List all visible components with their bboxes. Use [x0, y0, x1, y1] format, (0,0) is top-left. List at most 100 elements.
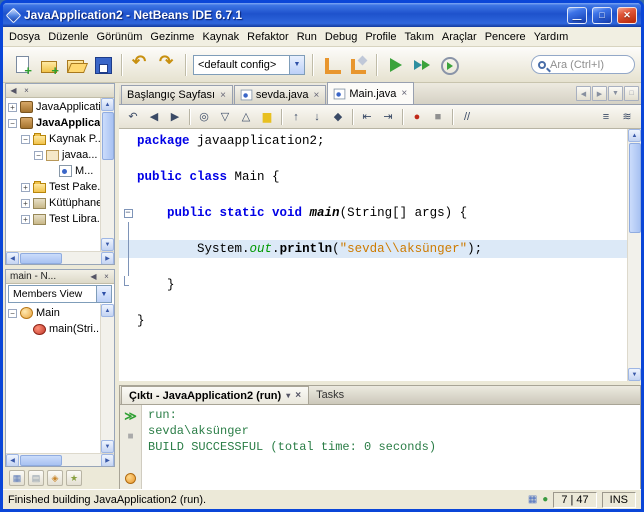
- tree-expander-icon[interactable]: +: [21, 198, 30, 208]
- line-tools-icon[interactable]: ≡: [596, 107, 616, 126]
- maximize-window-icon[interactable]: □: [624, 86, 639, 101]
- scroll-down-icon[interactable]: ▼: [101, 440, 114, 453]
- tree-expander-icon[interactable]: +: [8, 102, 17, 112]
- stop-macro-recording-icon[interactable]: ■: [428, 107, 448, 126]
- tab-scroll-left-icon[interactable]: ◀: [576, 86, 591, 101]
- editor-tab-ba-lang-sayfas[interactable]: Başlangıç Sayfası ×: [121, 85, 233, 104]
- editor-options-icon[interactable]: ≋: [617, 107, 637, 126]
- minimized-panel-button-4[interactable]: ★: [66, 470, 82, 486]
- projects-vertical-scrollbar[interactable]: ▲ ▼: [100, 98, 114, 251]
- code-line[interactable]: − public static void main(String[] args)…: [119, 204, 627, 222]
- menu-item-gezinme[interactable]: Gezinme: [146, 29, 198, 45]
- minimized-panel-button-1[interactable]: ▦: [9, 470, 25, 486]
- scroll-right-icon[interactable]: ▶: [101, 251, 114, 264]
- minimize-button[interactable]: —: [567, 6, 587, 24]
- collapse-panel-icon[interactable]: ◀: [88, 271, 99, 282]
- editor-tab-main-java[interactable]: Main.java ×: [327, 82, 415, 104]
- title-bar[interactable]: JavaApplication2 - NetBeans IDE 6.7.1 — …: [3, 3, 641, 27]
- code-line[interactable]: [119, 222, 627, 240]
- tree-expander-icon[interactable]: −: [21, 134, 30, 144]
- redo-button[interactable]: [154, 52, 180, 78]
- scrollbar-thumb[interactable]: [20, 252, 62, 264]
- find-previous-icon[interactable]: △: [236, 107, 256, 126]
- shift-left-icon[interactable]: ⇤: [357, 107, 377, 126]
- minimized-panel-button-2[interactable]: ▤: [28, 470, 44, 486]
- tab-scroll-right-icon[interactable]: ▶: [592, 86, 607, 101]
- editor-vertical-scrollbar[interactable]: ▲ ▼: [627, 129, 641, 381]
- scroll-left-icon[interactable]: ◀: [6, 453, 19, 466]
- scrollbar-thumb[interactable]: [20, 454, 62, 466]
- shift-right-icon[interactable]: ⇥: [378, 107, 398, 126]
- comment-lines-icon[interactable]: //: [457, 107, 477, 126]
- menu-item-pencere[interactable]: Pencere: [481, 29, 530, 45]
- menu-item-g-r-n-m[interactable]: Görünüm: [93, 29, 147, 45]
- tree-item-test-libra[interactable]: + Test Libra...: [6, 211, 100, 227]
- scroll-up-icon[interactable]: ▲: [101, 304, 114, 317]
- forward-icon[interactable]: ▶: [165, 107, 185, 126]
- tasks-tab[interactable]: Tasks: [309, 386, 351, 404]
- code-line[interactable]: [119, 294, 627, 312]
- code-line[interactable]: [119, 186, 627, 204]
- navigator-view-select[interactable]: Members View ▼: [8, 285, 112, 303]
- build-project-button[interactable]: [318, 52, 344, 78]
- close-button[interactable]: ✕: [617, 6, 637, 24]
- output-tab[interactable]: Çıktı - JavaApplication2 (run) ▾ ×: [121, 386, 310, 404]
- tree-expander-icon[interactable]: +: [21, 214, 30, 224]
- minimized-panel-button-3[interactable]: ◈: [47, 470, 63, 486]
- tree-expander-icon[interactable]: −: [34, 150, 43, 160]
- tree-item-javaapplication2[interactable]: − JavaApplication2: [6, 115, 100, 131]
- tree-expander-icon[interactable]: −: [8, 308, 17, 318]
- close-tab-icon[interactable]: ×: [220, 90, 226, 101]
- chevron-down-icon[interactable]: ▾: [286, 391, 290, 400]
- find-next-icon[interactable]: ▽: [215, 107, 235, 126]
- output-text[interactable]: run: sevda\aksünger BUILD SUCCESSFUL (tota…: [142, 405, 640, 489]
- scroll-up-icon[interactable]: ▲: [628, 129, 641, 142]
- projects-horizontal-scrollbar[interactable]: ◀ ▶: [6, 251, 114, 264]
- opened-documents-icon[interactable]: ▼: [608, 86, 623, 101]
- close-tab-icon[interactable]: ×: [401, 88, 407, 99]
- code-line[interactable]: [119, 150, 627, 168]
- code-editor[interactable]: package javaapplication2; public class Ma…: [119, 129, 641, 381]
- back-icon[interactable]: ◀: [144, 107, 164, 126]
- code-line[interactable]: System.out.println("sevda\\aksünger");: [119, 240, 627, 258]
- maximize-button[interactable]: □: [592, 6, 612, 24]
- code-line[interactable]: [119, 258, 627, 276]
- scrollbar-thumb[interactable]: [101, 112, 114, 160]
- collapse-panel-icon[interactable]: ◀: [8, 85, 19, 96]
- menu-item-profile[interactable]: Profile: [361, 29, 400, 45]
- tree-item-k-t-phane[interactable]: + Kütüphane...: [6, 195, 100, 211]
- stop-button[interactable]: ■: [122, 427, 140, 445]
- menu-item-kaynak[interactable]: Kaynak: [198, 29, 243, 45]
- navigator-horizontal-scrollbar[interactable]: ◀ ▶: [6, 453, 114, 466]
- menu-item-ara-lar[interactable]: Araçlar: [438, 29, 481, 45]
- code-line[interactable]: }: [119, 312, 627, 330]
- previous-bookmark-icon[interactable]: ↑: [286, 107, 306, 126]
- menu-item-tak-m[interactable]: Takım: [401, 29, 438, 45]
- find-selection-icon[interactable]: ◎: [194, 107, 214, 126]
- navigator-vertical-scrollbar[interactable]: ▲ ▼: [100, 304, 114, 453]
- tree-item-m[interactable]: M...: [6, 163, 100, 179]
- menu-item-d-zenle[interactable]: Düzenle: [44, 29, 92, 45]
- close-panel-icon[interactable]: ×: [21, 85, 32, 96]
- clean-build-project-button[interactable]: [345, 52, 371, 78]
- scroll-left-icon[interactable]: ◀: [6, 251, 19, 264]
- tree-item-main-stri[interactable]: main(Stri...: [6, 321, 100, 337]
- close-tab-icon[interactable]: ×: [295, 390, 301, 401]
- quick-search-input[interactable]: Ara (Ctrl+I): [531, 55, 635, 74]
- tree-item-javaapplicati[interactable]: + JavaApplicati...: [6, 99, 100, 115]
- scroll-right-icon[interactable]: ▶: [101, 453, 114, 466]
- code-line[interactable]: package javaapplication2;: [119, 132, 627, 150]
- code-line[interactable]: }: [119, 276, 627, 294]
- settings-button[interactable]: [122, 469, 140, 487]
- next-bookmark-icon[interactable]: ↓: [307, 107, 327, 126]
- undo-button[interactable]: [127, 52, 153, 78]
- new-file-button[interactable]: [9, 52, 35, 78]
- profile-project-button[interactable]: [436, 52, 462, 78]
- rerun-button[interactable]: ≫: [122, 407, 140, 425]
- toggle-bookmark-icon[interactable]: ◆: [328, 107, 348, 126]
- debug-project-button[interactable]: [409, 52, 435, 78]
- scroll-down-icon[interactable]: ▼: [101, 238, 114, 251]
- menu-item-run[interactable]: Run: [293, 29, 321, 45]
- last-edit-icon[interactable]: ↶: [123, 107, 143, 126]
- scroll-up-icon[interactable]: ▲: [101, 98, 114, 111]
